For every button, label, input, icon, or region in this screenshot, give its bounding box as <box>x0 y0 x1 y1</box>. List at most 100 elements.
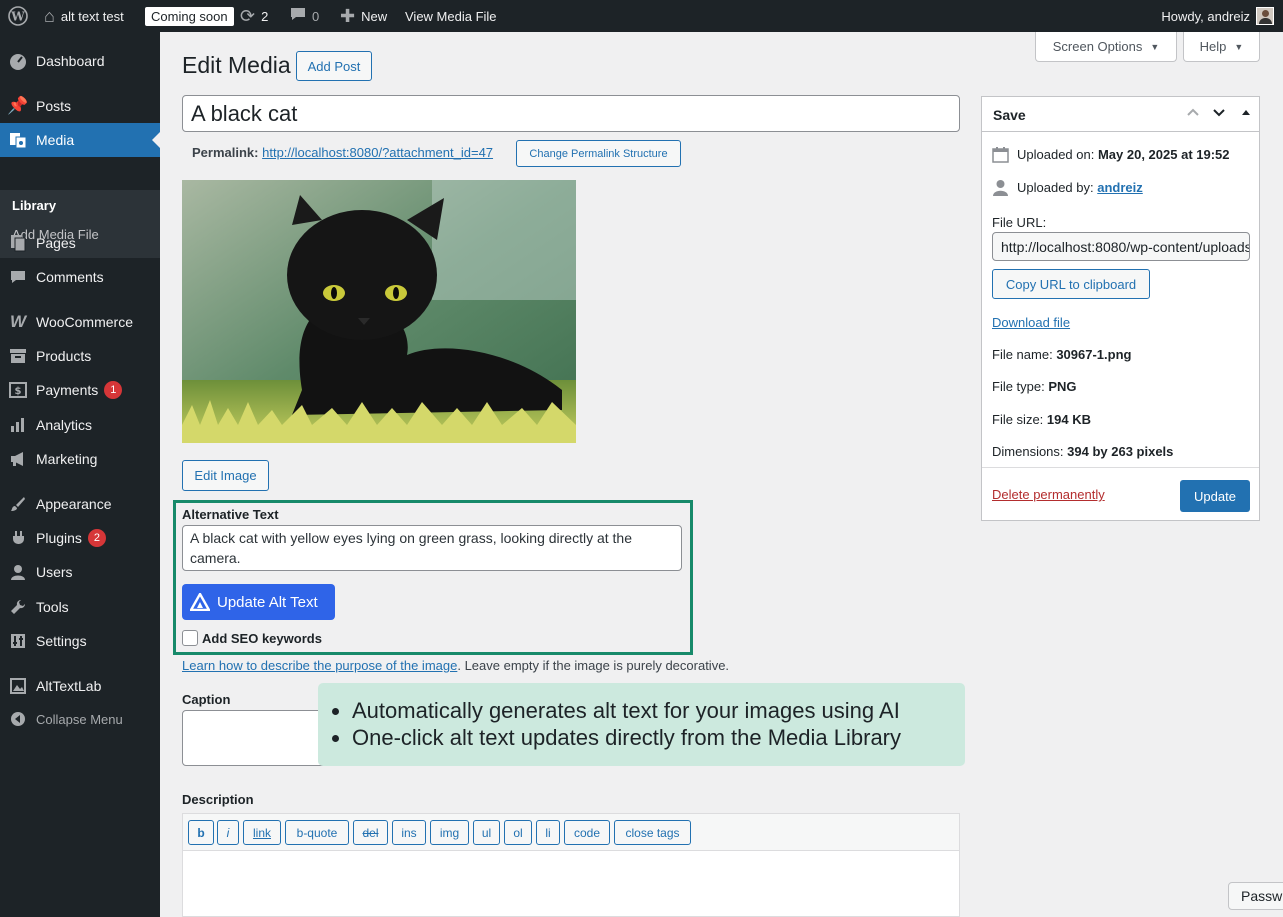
change-permalink-structure-button[interactable]: Change Permalink Structure <box>516 140 681 167</box>
bar-chart-icon <box>0 417 36 433</box>
permalink-row: Permalink: http://localhost:8080/?attach… <box>192 145 494 160</box>
divider <box>982 467 1259 468</box>
qt-italic-button[interactable]: i <box>217 820 239 845</box>
wrench-icon <box>0 599 36 615</box>
qt-code-button[interactable]: code <box>564 820 610 845</box>
delete-permanently-link[interactable]: Delete permanently <box>992 487 1105 502</box>
sidebar-item-marketing[interactable]: Marketing <box>0 442 160 476</box>
help-button[interactable]: Help ▼ <box>1183 32 1260 62</box>
collapse-menu-button[interactable]: Collapse Menu <box>0 702 160 736</box>
settings-sliders-icon <box>0 633 36 649</box>
updates-link[interactable]: ⟳ 2 <box>240 0 268 32</box>
sidebar-item-posts[interactable]: 📌 Posts <box>0 89 160 123</box>
calendar-icon <box>992 146 1009 163</box>
sidebar-item-media[interactable]: Media <box>0 123 160 157</box>
qt-ul-button[interactable]: ul <box>473 820 500 845</box>
qt-img-button[interactable]: img <box>430 820 469 845</box>
pages-icon <box>0 234 36 252</box>
plugins-badge: 2 <box>87 529 106 547</box>
title-input[interactable]: A black cat <box>182 95 960 132</box>
qt-bold-button[interactable]: b <box>188 820 214 845</box>
alt-text-input[interactable]: A black cat with yellow eyes lying on gr… <box>182 525 682 571</box>
qt-ol-button[interactable]: ol <box>504 820 532 845</box>
password-manager-tab[interactable]: Passw <box>1228 882 1283 910</box>
comments-count: 0 <box>312 8 320 24</box>
new-label: New <box>361 8 388 24</box>
pushpin-icon: 📌 <box>7 96 29 115</box>
copy-url-button[interactable]: Copy URL to clipboard <box>992 269 1150 299</box>
svg-text:W: W <box>10 10 25 24</box>
file-url-input[interactable]: http://localhost:8080/wp-content/uploads… <box>992 232 1250 261</box>
update-button[interactable]: Update <box>1180 480 1250 512</box>
collapse-arrow-icon <box>0 711 36 727</box>
sidebar-item-plugins[interactable]: Plugins 2 <box>0 521 160 555</box>
sidebar-item-pages[interactable]: Pages <box>0 226 160 260</box>
refresh-icon: ⟳ <box>240 5 256 26</box>
feature-bullet: Automatically generates alt text for you… <box>352 697 965 724</box>
avatar <box>1256 7 1274 25</box>
sidebar-item-settings[interactable]: Settings <box>0 624 160 658</box>
sidebar-item-payments[interactable]: $ Payments 1 <box>0 373 160 407</box>
alt-text-label: Alternative Text <box>182 507 279 522</box>
describe-purpose-link[interactable]: Learn how to describe the purpose of the… <box>182 658 457 673</box>
user-icon <box>0 564 36 580</box>
wordpress-logo-icon[interactable]: W <box>8 0 28 32</box>
sidebar-item-users[interactable]: Users <box>0 555 160 589</box>
save-title: Save <box>993 107 1026 123</box>
comment-bubble-icon <box>290 6 306 27</box>
qt-link-button[interactable]: link <box>243 820 281 845</box>
chevron-down-icon[interactable] <box>1211 104 1227 123</box>
screen-options-button[interactable]: Screen Options ▼ <box>1035 32 1177 62</box>
chevron-up-icon[interactable] <box>1185 104 1201 123</box>
qt-li-button[interactable]: li <box>536 820 560 845</box>
updates-count: 2 <box>261 8 269 24</box>
view-media-file-link[interactable]: View Media File <box>405 0 497 32</box>
file-name-row: File name: 30967-1.png <box>992 347 1132 362</box>
sidebar-item-woocommerce[interactable]: W WooCommerce <box>0 305 160 339</box>
seo-keywords-checkbox[interactable] <box>182 630 198 646</box>
howdy-text: Howdy, andreiz <box>1161 8 1250 24</box>
qt-bquote-button[interactable]: b-quote <box>285 820 349 845</box>
sidebar-item-comments[interactable]: Comments <box>0 260 160 294</box>
site-name-link[interactable]: ⌂ alt text test <box>44 0 124 32</box>
new-content-link[interactable]: ✚ New <box>340 0 387 32</box>
alttextlab-logo-icon <box>190 593 210 611</box>
save-metabox-header: Save <box>982 97 1259 132</box>
add-post-button[interactable]: Add Post <box>296 51 372 81</box>
alt-help-text: Learn how to describe the purpose of the… <box>182 658 730 673</box>
paintbrush-icon <box>0 496 36 512</box>
description-label: Description <box>182 792 254 807</box>
dimensions-row: Dimensions: 394 by 263 pixels <box>992 444 1174 459</box>
megaphone-icon <box>0 451 36 467</box>
archive-box-icon <box>0 348 36 364</box>
admin-sidebar: Dashboard 📌 Posts Media Library Add Medi… <box>0 32 160 917</box>
qt-close-tags-button[interactable]: close tags <box>614 820 691 845</box>
qt-ins-button[interactable]: ins <box>392 820 426 845</box>
coming-soon-badge[interactable]: Coming soon <box>145 0 234 32</box>
sidebar-item-analytics[interactable]: Analytics <box>0 408 160 442</box>
submenu-library[interactable]: Library <box>12 198 56 213</box>
caption-label: Caption <box>182 692 231 707</box>
file-url-label: File URL: <box>992 215 1047 230</box>
feature-bullet: One-click alt text updates directly from… <box>352 724 965 751</box>
comments-link[interactable]: 0 <box>290 0 319 32</box>
collapse-triangle-icon[interactable] <box>1240 106 1252 121</box>
sidebar-item-dashboard[interactable]: Dashboard <box>0 44 160 78</box>
uploaded-on-row: Uploaded on: May 20, 2025 at 19:52 <box>992 146 1230 163</box>
update-alt-text-button[interactable]: Update Alt Text <box>182 584 335 620</box>
sidebar-item-alttextlab[interactable]: AltTextLab <box>0 669 160 703</box>
seo-keywords-label: Add SEO keywords <box>202 631 322 646</box>
download-file-link[interactable]: Download file <box>992 315 1070 330</box>
qt-del-button[interactable]: del <box>353 820 388 845</box>
svg-text:$: $ <box>15 386 22 397</box>
permalink-url-link[interactable]: http://localhost:8080/?attachment_id=47 <box>262 145 493 160</box>
sidebar-item-products[interactable]: Products <box>0 339 160 373</box>
page-title: Edit Media <box>182 52 291 78</box>
sidebar-item-tools[interactable]: Tools <box>0 590 160 624</box>
description-editor[interactable]: b i link b-quote del ins img ul ol li co… <box>182 813 960 917</box>
uploaded-by-link[interactable]: andreiz <box>1097 180 1143 195</box>
sidebar-item-appearance[interactable]: Appearance <box>0 487 160 521</box>
account-menu[interactable]: Howdy, andreiz <box>1161 0 1274 32</box>
plug-icon <box>0 530 36 546</box>
edit-image-button[interactable]: Edit Image <box>182 460 269 491</box>
